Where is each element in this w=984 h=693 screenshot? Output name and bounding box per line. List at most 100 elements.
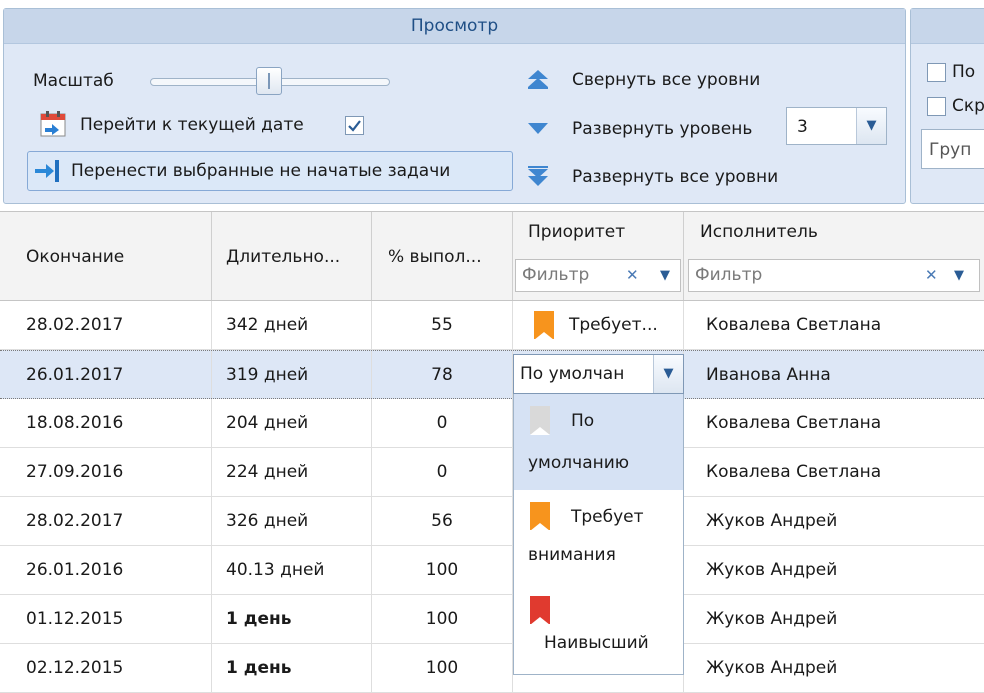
priority-editor-value: По умолчан [520, 364, 625, 384]
expand-level-label[interactable]: Развернуть уровень [572, 118, 752, 140]
chevron-down-icon[interactable]: ▼ [660, 268, 670, 283]
cell-text-percent: 100 [425, 609, 459, 629]
column-header-priority[interactable]: Приоритет Фильтр ✕ ▼ [513, 212, 684, 300]
view-group-title: Просмотр [4, 9, 905, 44]
table-cell-assignee[interactable]: Жуков Андрей [684, 595, 984, 643]
table-row[interactable]: 28.02.2017 342 дней 55 Требует... Ковалева С… [0, 301, 984, 350]
table-cell-duration[interactable]: 204 дней [212, 399, 372, 447]
cell-text-percent: 78 [431, 365, 453, 385]
flag-icon [534, 311, 554, 340]
table-cell-percent[interactable]: 0 [372, 399, 513, 447]
assignee-filter-input[interactable]: Фильтр ✕ ▼ [688, 259, 980, 292]
table-row[interactable]: 27.09.2016 224 дней 0 Ковалева Светлана [0, 448, 984, 497]
table-cell-assignee[interactable]: Ковалева Светлана [684, 301, 984, 349]
table-cell-percent[interactable]: 56 [372, 497, 513, 545]
priority-option-highest[interactable]: Наивысший [514, 590, 683, 674]
table-row[interactable]: 01.12.2015 1 день 100 Жуков Андрей [0, 595, 984, 644]
cell-text-assignee: Жуков Андрей [706, 658, 838, 678]
options-group-title [911, 9, 984, 44]
cell-text-percent: 100 [425, 560, 459, 580]
priority-option-attention[interactable]: Требует внимания [514, 492, 683, 584]
table-cell-end[interactable]: 28.02.2017 [0, 301, 212, 349]
table-cell-duration[interactable]: 342 дней [212, 301, 372, 349]
collapse-all-button[interactable]: Свернуть все уровни [572, 69, 760, 91]
clear-icon[interactable]: ✕ [925, 266, 938, 284]
table-cell-assignee[interactable]: Ковалева Светлана [684, 448, 984, 496]
table-cell-duration[interactable]: 319 дней [212, 351, 372, 398]
table-row[interactable]: 28.02.2017 326 дней 56 Жуков Андрей [0, 497, 984, 546]
option2-label: Скр [952, 96, 984, 116]
table-cell-end[interactable]: 26.01.2017 [0, 351, 212, 398]
cell-text-duration: 1 день [226, 658, 292, 678]
cell-text-end: 26.01.2017 [26, 365, 124, 385]
table-cell-assignee[interactable]: Жуков Андрей [684, 497, 984, 545]
table-cell-percent[interactable]: 55 [372, 301, 513, 349]
column-header-duration[interactable]: Длительно... [212, 212, 372, 300]
expand-all-button[interactable]: Развернуть все уровни [572, 166, 778, 188]
cell-text-end: 01.12.2015 [26, 609, 124, 629]
priority-filter-input[interactable]: Фильтр ✕ ▼ [515, 259, 681, 292]
goto-today-checkbox[interactable] [345, 116, 364, 135]
table-cell-duration[interactable]: 326 дней [212, 497, 372, 545]
table-cell-percent[interactable]: 100 [372, 546, 513, 594]
cell-text-end: 18.08.2016 [26, 413, 124, 433]
expand-all-icon [526, 164, 550, 188]
cell-text-percent: 100 [425, 658, 459, 678]
cell-text-duration: 204 дней [226, 413, 309, 433]
cell-text-duration: 342 дней [226, 315, 309, 335]
cell-text-duration: 224 дней [226, 462, 309, 482]
cell-text-end: 27.09.2016 [26, 462, 124, 482]
cell-text-duration: 40.13 дней [226, 560, 325, 580]
table-row[interactable]: 26.01.2016 40.13 дней 100 Жуков Андрей [0, 546, 984, 595]
table-cell-percent[interactable]: 78 [372, 351, 513, 398]
table-cell-assignee[interactable]: Ковалева Светлана [684, 399, 984, 447]
ribbon: Просмотр Масштаб Перейти к текущей дате [0, 0, 984, 211]
table-row[interactable]: 26.01.2017 319 дней 78 По умолчан Иванова Ан… [0, 350, 984, 399]
cell-text-end: 02.12.2015 [26, 658, 124, 678]
table-cell-end[interactable]: 27.09.2016 [0, 448, 212, 496]
table-cell-assignee[interactable]: Иванова Анна [684, 351, 984, 398]
cell-text-duration: 1 день [226, 609, 292, 629]
cell-text-assignee: Ковалева Светлана [706, 462, 882, 482]
option1-checkbox[interactable] [927, 63, 946, 82]
table-cell-duration[interactable]: 1 день [212, 644, 372, 692]
cell-text-percent: 56 [431, 511, 453, 531]
table-cell-priority[interactable]: Требует... [513, 301, 684, 349]
table-cell-end[interactable]: 02.12.2015 [0, 644, 212, 692]
table-cell-end[interactable]: 18.08.2016 [0, 399, 212, 447]
table-cell-percent[interactable]: 100 [372, 644, 513, 692]
cell-text-duration: 326 дней [226, 511, 309, 531]
column-header-percent[interactable]: % выпол... [372, 212, 513, 300]
column-header-assignee[interactable]: Исполнитель Фильтр ✕ ▼ [684, 212, 984, 300]
table-cell-percent[interactable]: 100 [372, 595, 513, 643]
cell-text-assignee: Иванова Анна [706, 365, 831, 385]
table-cell-duration[interactable]: 1 день [212, 595, 372, 643]
scale-slider-thumb[interactable] [256, 67, 282, 95]
column-header-end[interactable]: Окончание [0, 212, 212, 300]
table-row[interactable]: 02.12.2015 1 день 100 Жуков Андрей [0, 644, 984, 693]
priority-option-default[interactable]: По умолчанию [514, 394, 683, 490]
flag-icon [530, 596, 550, 625]
table-cell-assignee[interactable]: Жуков Андрей [684, 546, 984, 594]
table-cell-duration[interactable]: 224 дней [212, 448, 372, 496]
option1-label: По [952, 62, 976, 82]
table-row[interactable]: 18.08.2016 204 дней 0 Ковалева Светлана [0, 399, 984, 448]
clear-icon[interactable]: ✕ [626, 266, 639, 284]
group-by-select[interactable]: Груп [921, 129, 984, 169]
chevron-down-icon[interactable]: ▼ [856, 108, 886, 144]
cell-text-end: 28.02.2017 [26, 315, 124, 335]
table-cell-percent[interactable]: 0 [372, 448, 513, 496]
table-cell-end[interactable]: 01.12.2015 [0, 595, 212, 643]
cell-text-assignee: Жуков Андрей [706, 511, 838, 531]
table-cell-end[interactable]: 26.01.2016 [0, 546, 212, 594]
expand-level-icon [526, 120, 550, 136]
chevron-down-icon[interactable]: ▼ [653, 355, 683, 393]
expand-level-select[interactable]: 3 ▼ [786, 107, 887, 145]
move-tasks-button[interactable]: Перенести выбранные не начатые задачи [27, 151, 513, 191]
table-cell-end[interactable]: 28.02.2017 [0, 497, 212, 545]
option2-checkbox[interactable] [927, 97, 946, 116]
table-cell-assignee[interactable]: Жуков Андрей [684, 644, 984, 692]
priority-editor-combo[interactable]: По умолчан ▼ [513, 354, 684, 394]
table-cell-duration[interactable]: 40.13 дней [212, 546, 372, 594]
chevron-down-icon[interactable]: ▼ [954, 268, 964, 283]
